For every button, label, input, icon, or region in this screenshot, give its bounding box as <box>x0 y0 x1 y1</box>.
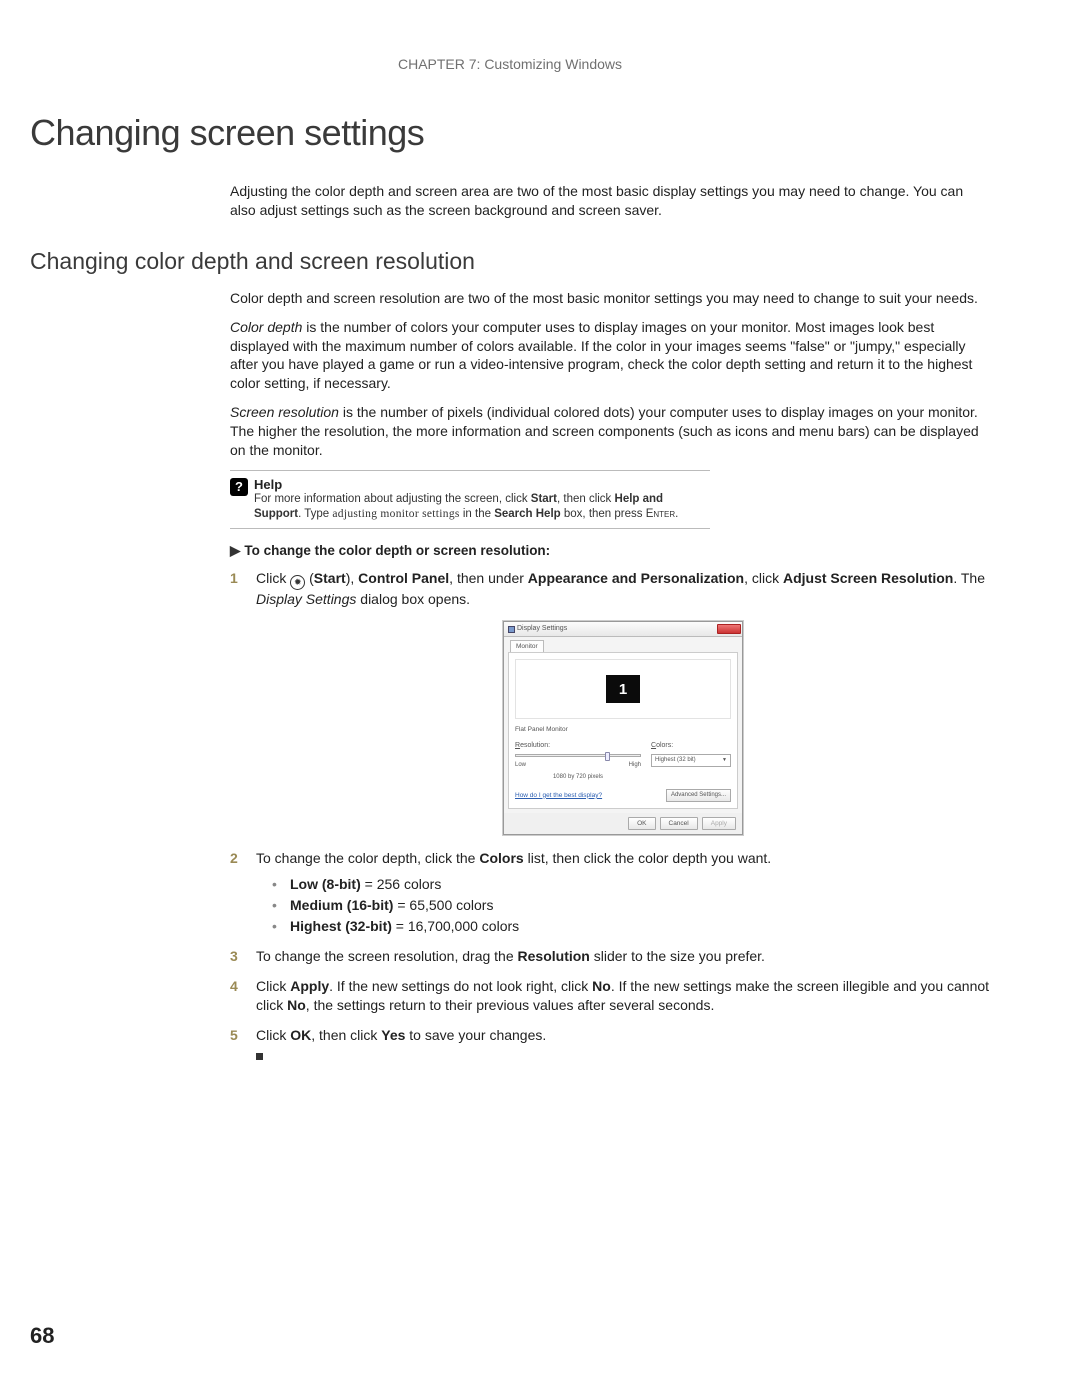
start-icon: ✹ <box>290 575 305 590</box>
step-5: Click OK, then click Yes to save your ch… <box>230 1026 990 1065</box>
bullet-low: Low (8-bit) = 256 colors <box>272 874 990 895</box>
tab-monitor[interactable]: Monitor <box>510 640 544 652</box>
body-paragraph-1: Color depth and screen resolution are tw… <box>230 289 990 308</box>
procedure-arrow-icon: ▶ <box>230 543 240 559</box>
term-color-depth: Color depth <box>230 319 302 335</box>
term-screen-resolution: Screen resolution <box>230 404 339 420</box>
monitor-preview: 1 <box>515 659 731 719</box>
chapter-header: CHAPTER 7: Customizing Windows <box>30 56 990 72</box>
body-paragraph-3: Screen resolution is the number of pixel… <box>230 403 990 460</box>
step-3: To change the screen resolution, drag th… <box>230 947 990 967</box>
resolution-label: Resolution: <box>515 741 641 751</box>
dialog-title-text: Display Settings <box>517 624 567 634</box>
help-icon: ? <box>230 478 248 496</box>
help-title: Help <box>254 477 710 492</box>
slider-low-label: Low <box>515 761 526 769</box>
end-mark-icon <box>256 1053 263 1060</box>
help-link[interactable]: How do I get the best display? <box>515 791 602 800</box>
colors-dropdown[interactable]: Highest (32 bit) ▼ <box>651 754 731 766</box>
page-number: 68 <box>30 1323 54 1349</box>
page-title: Changing screen settings <box>30 112 990 154</box>
bullet-medium: Medium (16-bit) = 65,500 colors <box>272 895 990 916</box>
help-body: For more information about adjusting the… <box>254 492 710 522</box>
step-2: To change the color depth, click the Col… <box>230 849 990 938</box>
display-settings-dialog: Display Settings Monitor 1 Flat Panel Mo… <box>503 621 743 834</box>
chevron-down-icon: ▼ <box>722 757 727 764</box>
procedure-title: ▶To change the color depth or screen res… <box>230 543 990 559</box>
body-paragraph-2: Color depth is the number of colors your… <box>230 318 990 394</box>
step-4: Click Apply. If the new settings do not … <box>230 977 990 1016</box>
resolution-value: 1080 by 720 pixels <box>515 773 641 781</box>
step-1: Click ✹ (Start), Control Panel, then und… <box>230 569 990 835</box>
bullet-highest: Highest (32-bit) = 16,700,000 colors <box>272 916 990 937</box>
intro-paragraph: Adjusting the color depth and screen are… <box>230 182 990 220</box>
monitor-number: 1 <box>606 675 640 703</box>
section-heading: Changing color depth and screen resoluti… <box>30 248 990 275</box>
close-icon[interactable] <box>717 624 741 634</box>
cancel-button[interactable]: Cancel <box>660 817 698 830</box>
slider-high-label: High <box>629 761 641 769</box>
resolution-slider[interactable] <box>515 754 641 757</box>
advanced-settings-button[interactable]: Advanced Settings... <box>666 789 731 801</box>
monitor-name-label: Flat Panel Monitor <box>515 725 731 734</box>
help-callout: ? Help For more information about adjust… <box>230 470 710 529</box>
dialog-title-icon <box>508 626 515 633</box>
apply-button[interactable]: Apply <box>702 817 736 830</box>
colors-label: Colors: <box>651 741 731 751</box>
ok-button[interactable]: OK <box>628 817 655 830</box>
